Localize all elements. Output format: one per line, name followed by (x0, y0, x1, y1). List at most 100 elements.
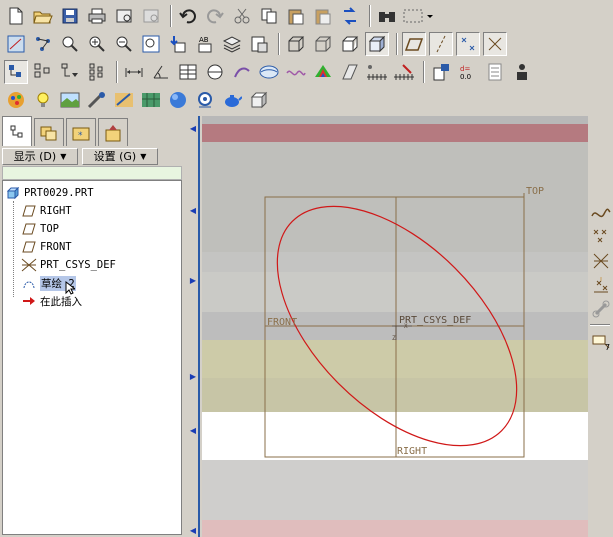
tree-item-top[interactable]: TOP (21, 221, 59, 237)
tree-item-sketch[interactable]: 草绘 2 (21, 275, 77, 295)
cube-icon[interactable] (247, 88, 271, 112)
parameters-icon[interactable] (483, 60, 507, 84)
new-file-icon[interactable] (4, 4, 28, 28)
collapse-arrow-icon[interactable]: ◀ (188, 426, 198, 436)
analysis-toolbar: d= 0.0 (0, 58, 613, 86)
spline-icon[interactable] (590, 202, 612, 224)
toolbar-separator (369, 5, 371, 27)
angle-icon[interactable] (149, 60, 173, 84)
refit-icon[interactable] (139, 32, 163, 56)
view-orient-icon[interactable] (4, 32, 28, 56)
section-icon[interactable] (203, 60, 227, 84)
copy-icon[interactable] (257, 4, 281, 28)
settings-menu-button[interactable]: 设置 (G) ▼ (82, 147, 158, 165)
toolbar-separator (278, 33, 280, 55)
person-icon[interactable] (510, 60, 534, 84)
open-file-icon[interactable] (31, 4, 55, 28)
paste-special-icon[interactable] (311, 4, 335, 28)
sketch-csys-icon[interactable] (590, 250, 612, 272)
edit-icon[interactable] (112, 88, 136, 112)
point-icon[interactable] (590, 226, 612, 248)
settings-menu-label: 设置 (G) (93, 150, 137, 163)
measure-icon[interactable] (365, 60, 389, 84)
zoom-in-icon[interactable] (85, 32, 109, 56)
settings-tree-icon[interactable] (31, 60, 55, 84)
columns-icon[interactable] (85, 60, 109, 84)
print-icon[interactable] (85, 4, 109, 28)
collapse-arrow-icon[interactable]: ◀ (188, 526, 198, 536)
datum-point-icon[interactable] (590, 274, 612, 296)
toolbar-separator (170, 5, 172, 27)
light-icon[interactable] (31, 88, 55, 112)
expand-arrow-icon[interactable]: ▶ (188, 372, 198, 382)
expand-arrow-icon[interactable]: ▶ (188, 276, 198, 286)
csys-display-icon[interactable] (483, 32, 507, 56)
insert-icon[interactable] (166, 32, 190, 56)
zoom-out-icon[interactable] (112, 32, 136, 56)
color-map-icon[interactable] (311, 60, 335, 84)
sweep-icon[interactable] (230, 60, 254, 84)
surface-analysis-icon[interactable] (257, 60, 281, 84)
cut-icon[interactable] (230, 4, 254, 28)
tree-item-label: FRONT (40, 241, 72, 253)
display-menu-button[interactable]: 显示 (D) ▼ (2, 147, 78, 165)
tree-root[interactable]: PRT0029.PRT (5, 185, 94, 201)
select-box-icon[interactable] (402, 4, 434, 28)
shading-icon[interactable] (365, 32, 389, 56)
sketch-dimension-icon[interactable]: 7 (590, 330, 612, 352)
scene-icon[interactable] (58, 88, 82, 112)
sphere-icon[interactable] (166, 88, 190, 112)
dimension-icon[interactable] (122, 60, 146, 84)
regenerate-icon[interactable] (338, 4, 362, 28)
hidden-line-icon[interactable] (311, 32, 335, 56)
analysis-icon[interactable] (392, 60, 416, 84)
draft-check-icon[interactable] (338, 60, 362, 84)
appearance-icon[interactable] (4, 88, 28, 112)
filter-tree-icon[interactable] (58, 60, 82, 84)
model-tree-icon[interactable] (4, 60, 28, 84)
curvature-icon[interactable] (284, 60, 308, 84)
folder-browser-tab[interactable] (34, 118, 64, 146)
wireframe-icon[interactable] (284, 32, 308, 56)
no-hidden-icon[interactable] (338, 32, 362, 56)
tree-item-right[interactable]: RIGHT (21, 203, 72, 219)
model-tree: PRT0029.PRT RIGHT TOP FRONT PRT_CSYS_DEF… (2, 180, 182, 535)
tree-item-csys[interactable]: PRT_CSYS_DEF (21, 257, 116, 273)
undo-icon[interactable] (176, 4, 200, 28)
navigator-tabs: * (0, 116, 195, 146)
model-tree-tab[interactable] (2, 116, 32, 146)
part-icon (5, 186, 21, 200)
redo-icon[interactable] (203, 4, 227, 28)
tree-item-insert-here[interactable]: 在此插入 (21, 293, 82, 309)
collapse-arrow-icon[interactable]: ◀ (188, 206, 198, 216)
favorites-tab[interactable]: * (66, 118, 96, 146)
table-icon[interactable] (176, 60, 200, 84)
chain-icon[interactable] (590, 298, 612, 320)
teapot-icon[interactable] (220, 88, 244, 112)
datum-plane-icon (21, 240, 37, 254)
tree-item-front[interactable]: FRONT (21, 239, 72, 255)
datum-axis-icon[interactable] (31, 32, 55, 56)
send-mail-icon[interactable] (112, 4, 136, 28)
save-icon[interactable] (58, 4, 82, 28)
rename-icon[interactable]: AB (193, 32, 217, 56)
collapse-arrow-icon[interactable]: ◀ (188, 124, 198, 134)
view-manager-icon[interactable] (247, 32, 271, 56)
decal-icon[interactable] (193, 88, 217, 112)
connections-tab[interactable] (98, 118, 128, 146)
point-display-icon[interactable] (456, 32, 480, 56)
feature-info-icon[interactable] (429, 60, 453, 84)
texture-icon[interactable] (139, 88, 163, 112)
axis-display-icon[interactable] (429, 32, 453, 56)
graphics-window[interactable]: TOP FRONT PRT_CSYS_DEF X Z RIGHT (202, 116, 588, 537)
top-label: TOP (526, 186, 545, 197)
zoom-fit-icon[interactable] (58, 32, 82, 56)
paste-icon[interactable] (284, 4, 308, 28)
relation-icon[interactable]: d= 0.0 (456, 60, 480, 84)
find-icon[interactable] (375, 4, 399, 28)
sketch-view (264, 193, 525, 458)
x-axis-label: X (404, 323, 408, 330)
plane-display-icon[interactable] (402, 32, 426, 56)
tool-icon[interactable] (85, 88, 109, 112)
layers-icon[interactable] (220, 32, 244, 56)
